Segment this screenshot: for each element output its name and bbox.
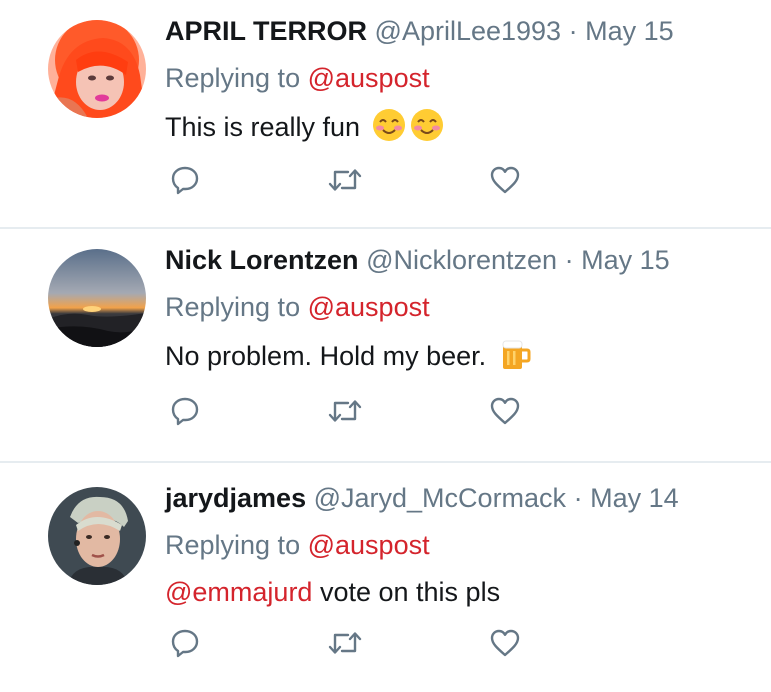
- tweet-actions: [165, 391, 545, 431]
- tweet-actions: [165, 623, 545, 663]
- replying-to-mention[interactable]: @auspost: [308, 63, 430, 93]
- separator-dot: ·: [573, 483, 583, 513]
- retweet-icon: [328, 169, 362, 191]
- replying-to-label: Replying to: [165, 292, 301, 322]
- replying-to-line: Replying to @auspost: [165, 290, 761, 324]
- tweet-header: jarydjames @Jaryd_McCormack · May 14: [165, 481, 761, 515]
- avatar[interactable]: [48, 487, 146, 585]
- like-icon: [490, 166, 520, 194]
- replying-to-label: Replying to: [165, 63, 301, 93]
- smiling-face-emoji-icon: [372, 108, 406, 150]
- reply-button[interactable]: [165, 623, 205, 663]
- reply-icon: [171, 166, 199, 195]
- replying-to-mention[interactable]: @auspost: [308, 292, 430, 322]
- avatar[interactable]: [48, 249, 146, 347]
- separator-dot: ·: [564, 245, 574, 275]
- display-name[interactable]: jarydjames: [165, 483, 306, 513]
- tweet-text-body: vote on this pls: [319, 577, 501, 607]
- retweet-icon: [328, 400, 362, 422]
- retweet-button[interactable]: [325, 391, 365, 431]
- tweet-header: Nick Lorentzen @Nicklorentzen · May 15: [165, 243, 761, 277]
- display-name[interactable]: APRIL TERROR: [165, 16, 367, 46]
- beer-mug-emoji-icon: [498, 337, 532, 379]
- orange-hair-avatar-icon: [48, 20, 146, 118]
- reply-button[interactable]: [165, 391, 205, 431]
- tweet-text-body: No problem. Hold my beer.: [165, 341, 487, 371]
- tweet[interactable]: jarydjames @Jaryd_McCormack · May 14 Rep…: [0, 463, 771, 692]
- separator-dot: ·: [568, 16, 578, 46]
- like-button[interactable]: [485, 391, 525, 431]
- replying-to-line: Replying to @auspost: [165, 528, 761, 562]
- smiling-face-emoji-icon: [410, 108, 444, 150]
- reply-icon: [171, 629, 199, 658]
- display-name[interactable]: Nick Lorentzen: [165, 245, 359, 275]
- portrait-avatar-icon: [48, 487, 146, 585]
- tweet-actions: [165, 160, 545, 200]
- replying-to-label: Replying to: [165, 530, 301, 560]
- tweet-text-body: This is really fun: [165, 112, 361, 142]
- like-icon: [490, 629, 520, 657]
- username[interactable]: @Nicklorentzen: [366, 245, 557, 275]
- timestamp[interactable]: May 14: [590, 483, 679, 513]
- retweet-icon: [328, 632, 362, 654]
- tweet-text: This is really fun: [165, 108, 761, 150]
- username[interactable]: @AprilLee1993: [375, 16, 562, 46]
- sunset-avatar-icon: [48, 249, 146, 347]
- tweet-text: No problem. Hold my beer.: [165, 337, 761, 379]
- username[interactable]: @Jaryd_McCormack: [314, 483, 566, 513]
- like-button[interactable]: [485, 623, 525, 663]
- tweet[interactable]: Nick Lorentzen @Nicklorentzen · May 15 R…: [0, 229, 771, 463]
- like-icon: [490, 397, 520, 425]
- avatar[interactable]: [48, 20, 146, 118]
- tweet-content: APRIL TERROR @AprilLee1993 · May 15 Repl…: [165, 14, 761, 150]
- tweet-content: Nick Lorentzen @Nicklorentzen · May 15 R…: [165, 243, 761, 379]
- timestamp[interactable]: May 15: [581, 245, 670, 275]
- retweet-button[interactable]: [325, 160, 365, 200]
- tweet[interactable]: APRIL TERROR @AprilLee1993 · May 15 Repl…: [0, 0, 771, 229]
- tweet-text-mention[interactable]: @emmajurd: [165, 577, 312, 607]
- timestamp[interactable]: May 15: [585, 16, 674, 46]
- replying-to-line: Replying to @auspost: [165, 61, 761, 95]
- tweet-header: APRIL TERROR @AprilLee1993 · May 15: [165, 14, 761, 48]
- like-button[interactable]: [485, 160, 525, 200]
- reply-thread: APRIL TERROR @AprilLee1993 · May 15 Repl…: [0, 0, 771, 692]
- reply-icon: [171, 397, 199, 426]
- reply-button[interactable]: [165, 160, 205, 200]
- tweet-text: @emmajurd vote on this pls: [165, 575, 761, 609]
- tweet-content: jarydjames @Jaryd_McCormack · May 14 Rep…: [165, 481, 761, 609]
- retweet-button[interactable]: [325, 623, 365, 663]
- replying-to-mention[interactable]: @auspost: [308, 530, 430, 560]
